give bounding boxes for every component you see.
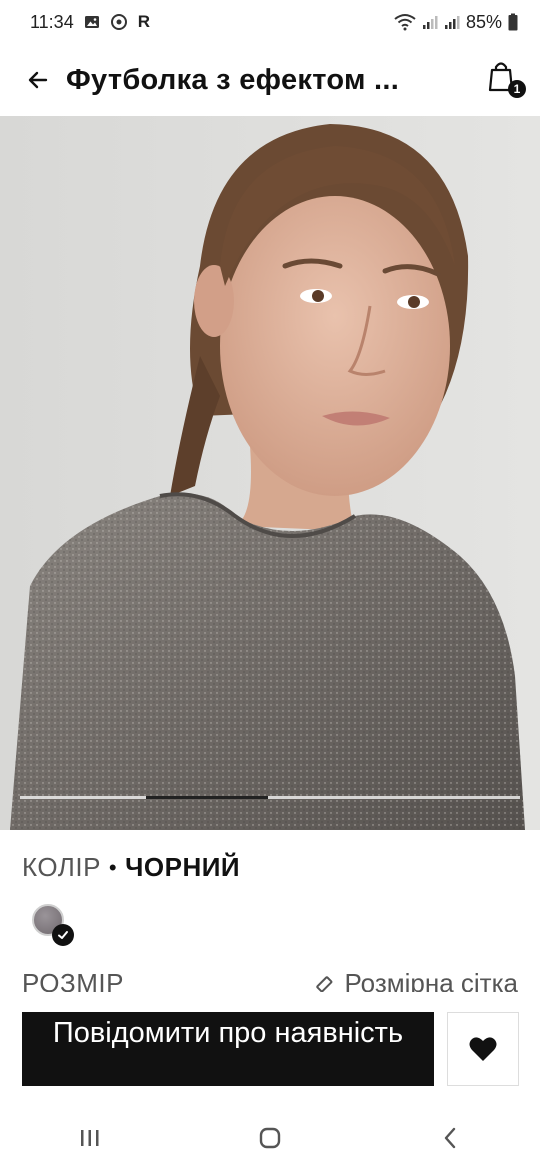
color-value: ЧОРНИЙ <box>125 852 241 882</box>
color-row: КОЛІР • ЧОРНИЙ <box>22 852 240 883</box>
product-image[interactable] <box>0 116 540 830</box>
size-row: РОЗМІР Розмірна сітка <box>0 962 540 992</box>
gallery-progress-active <box>146 796 268 799</box>
size-label: РОЗМІР <box>22 968 124 992</box>
back-button[interactable] <box>18 60 58 100</box>
home-button[interactable] <box>240 1116 300 1160</box>
size-guide-link[interactable]: Розмірна сітка <box>314 968 518 992</box>
arrow-left-icon <box>28 71 48 89</box>
notify-availability-button[interactable]: Повідомити про наявність <box>22 1012 434 1086</box>
app-header: Футболка з ефектом ... 1 <box>0 44 540 116</box>
recent-apps-icon <box>81 1130 99 1146</box>
ruler-icon <box>316 975 333 992</box>
system-nav-bar <box>0 1106 540 1170</box>
heart-icon <box>469 1037 497 1061</box>
color-separator: • <box>108 854 118 880</box>
action-bar: Повідомити про наявність <box>0 1012 540 1088</box>
favorite-button[interactable] <box>447 1012 519 1086</box>
sync-notification-icon <box>110 13 128 31</box>
chevron-left-icon <box>444 1127 456 1149</box>
cart-button[interactable]: 1 <box>486 60 526 100</box>
carrier-r-icon: R <box>137 12 150 31</box>
status-time: 11:34 <box>30 11 74 32</box>
home-icon <box>259 1127 281 1149</box>
signal-icon-1 <box>422 14 438 30</box>
gallery-progress-bar <box>20 796 520 799</box>
model-photo <box>0 116 540 830</box>
wifi-icon <box>394 13 416 31</box>
recent-apps-button[interactable] <box>60 1116 120 1160</box>
size-guide-label: Розмірна сітка <box>344 968 518 992</box>
cart-count-badge: 1 <box>508 80 526 98</box>
page-title: Футболка з ефектом ... <box>66 63 400 96</box>
gallery-notification-icon <box>84 14 100 30</box>
selected-check-icon <box>52 924 74 946</box>
status-bar: 11:34 R 85% <box>0 0 540 44</box>
color-label: КОЛІР <box>22 852 101 882</box>
battery-percent: 85% <box>465 11 502 32</box>
system-back-button[interactable] <box>420 1116 480 1160</box>
battery-icon <box>508 13 518 31</box>
signal-icon-2 <box>444 14 460 30</box>
